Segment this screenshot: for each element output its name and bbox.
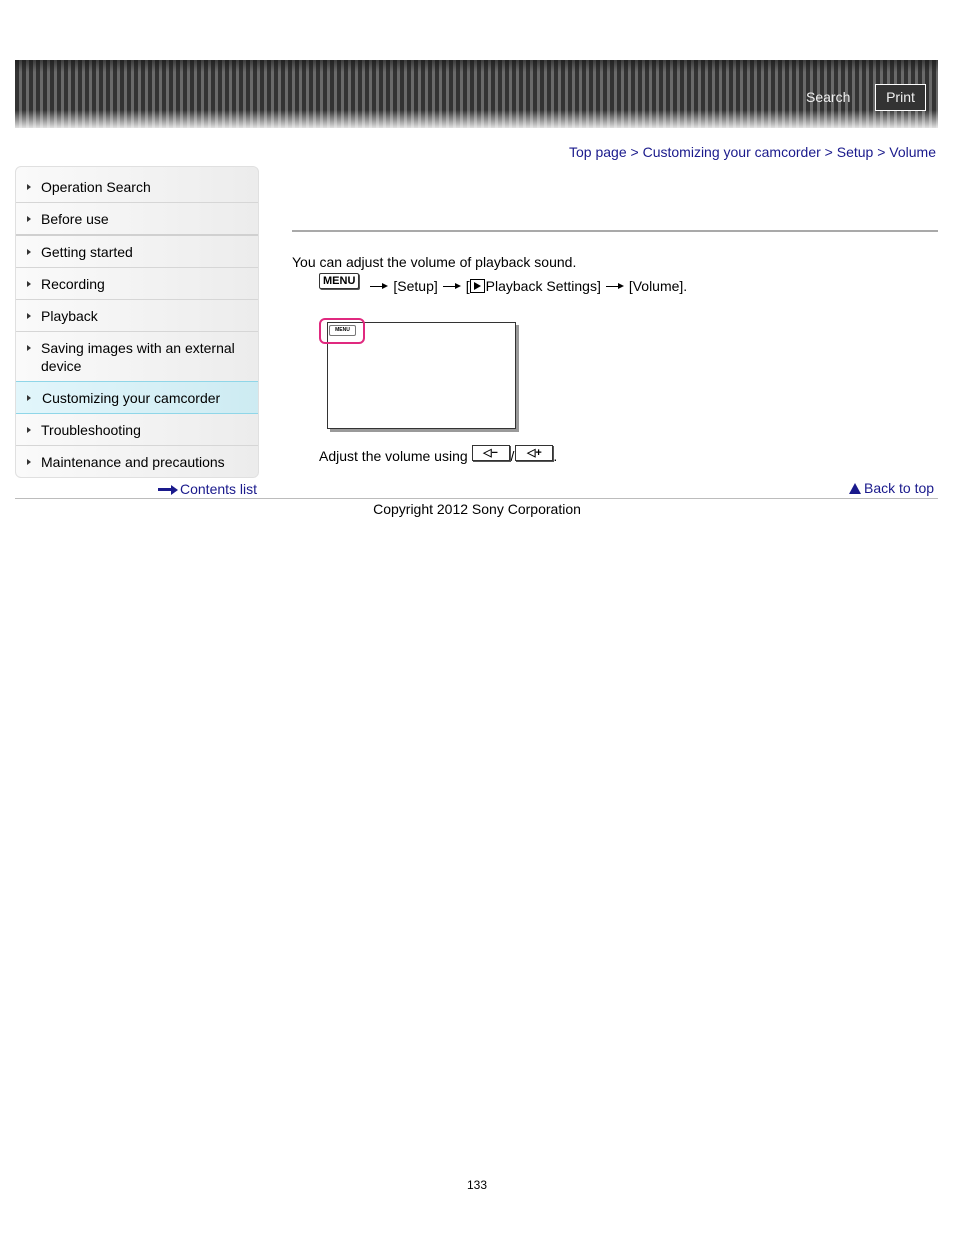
sidebar-item-label: Saving images with an external device xyxy=(41,340,235,374)
top-header-bar: Search Print xyxy=(15,60,938,128)
sidebar-item-label: Playback xyxy=(41,308,98,324)
triangle-right-icon xyxy=(27,216,31,222)
triangle-right-icon xyxy=(27,313,31,319)
sidebar-nav: Operation Search Before use Getting star… xyxy=(15,166,259,478)
sidebar-item-getting-started[interactable]: Getting started xyxy=(16,236,258,268)
sidebar-item-customizing[interactable]: Customizing your camcorder xyxy=(16,381,258,414)
back-to-top-label: Back to top xyxy=(864,480,935,496)
breadcrumb-customizing[interactable]: Customizing your camcorder xyxy=(643,144,821,160)
arrow-right-icon xyxy=(442,282,461,290)
sidebar-item-operation-search[interactable]: Operation Search xyxy=(16,167,258,203)
breadcrumb-separator: > xyxy=(877,144,890,160)
print-button[interactable]: Print xyxy=(875,84,926,111)
volume-down-icon: ◁− xyxy=(471,445,510,461)
sidebar-item-recording[interactable]: Recording xyxy=(16,268,258,300)
breadcrumb-top-page[interactable]: Top page xyxy=(569,144,627,160)
adjust-volume-instruction: Adjust the volume using ◁− / ◁+ . xyxy=(319,445,558,464)
menu-highlight-outline xyxy=(319,318,365,344)
sidebar-item-label: Maintenance and precautions xyxy=(41,454,225,470)
breadcrumb: Top page > Customizing your camcorder > … xyxy=(569,144,936,160)
breadcrumb-setup[interactable]: Setup xyxy=(837,144,874,160)
volume-up-icon: ◁+ xyxy=(515,445,554,461)
triangle-right-icon xyxy=(27,184,31,190)
triangle-right-icon xyxy=(27,427,31,433)
contents-list-link[interactable]: Contents list xyxy=(158,481,257,497)
sidebar-item-label: Troubleshooting xyxy=(41,422,141,438)
sidebar-item-label: Operation Search xyxy=(41,179,151,195)
breadcrumb-volume[interactable]: Volume xyxy=(889,144,936,160)
triangle-right-icon xyxy=(27,249,31,255)
sidebar-item-label: Customizing your camcorder xyxy=(42,390,221,406)
contents-list-label: Contents list xyxy=(180,481,258,497)
breadcrumb-separator: > xyxy=(824,144,837,160)
sidebar-item-playback[interactable]: Playback xyxy=(16,300,258,332)
adjust-text: Adjust the volume using xyxy=(319,448,468,464)
triangle-right-icon xyxy=(27,395,31,401)
triangle-up-icon xyxy=(849,483,861,494)
breadcrumb-separator: > xyxy=(630,144,643,160)
playback-icon xyxy=(469,279,485,293)
arrow-right-icon xyxy=(370,282,389,290)
intro-text: You can adjust the volume of playback so… xyxy=(292,254,577,270)
menu-steps: MENU [Setup] [ Playback Settings] [Volum… xyxy=(319,273,688,294)
sidebar-item-saving-images[interactable]: Saving images with an external device xyxy=(16,332,258,382)
sidebar-item-before-use[interactable]: Before use xyxy=(16,203,258,236)
triangle-right-icon xyxy=(27,459,31,465)
sidebar-item-label: Recording xyxy=(41,276,105,292)
sidebar-item-label: Getting started xyxy=(41,244,133,260)
sidebar-item-maintenance[interactable]: Maintenance and precautions xyxy=(16,446,258,477)
period-text: . xyxy=(553,448,558,464)
page-number: 133 xyxy=(466,1178,488,1192)
sidebar-item-label: Before use xyxy=(41,211,109,227)
menu-button-icon: MENU xyxy=(319,273,360,289)
copyright-text: Copyright 2012 Sony Corporation xyxy=(373,501,581,517)
title-divider xyxy=(292,230,938,232)
step-volume: [Volume]. xyxy=(628,278,688,294)
triangle-right-icon xyxy=(27,281,31,287)
step-setup: [Setup] xyxy=(393,278,438,294)
sidebar-item-troubleshooting[interactable]: Troubleshooting xyxy=(16,414,258,446)
arrow-right-icon xyxy=(158,485,178,496)
back-to-top-link[interactable]: Back to top xyxy=(849,480,934,496)
step-playback-settings: Playback Settings] xyxy=(485,278,601,294)
triangle-right-icon xyxy=(27,345,31,351)
arrow-right-icon xyxy=(605,282,624,290)
footer-divider xyxy=(15,498,938,499)
search-link[interactable]: Search xyxy=(806,89,850,105)
slash-text: / xyxy=(510,448,515,464)
